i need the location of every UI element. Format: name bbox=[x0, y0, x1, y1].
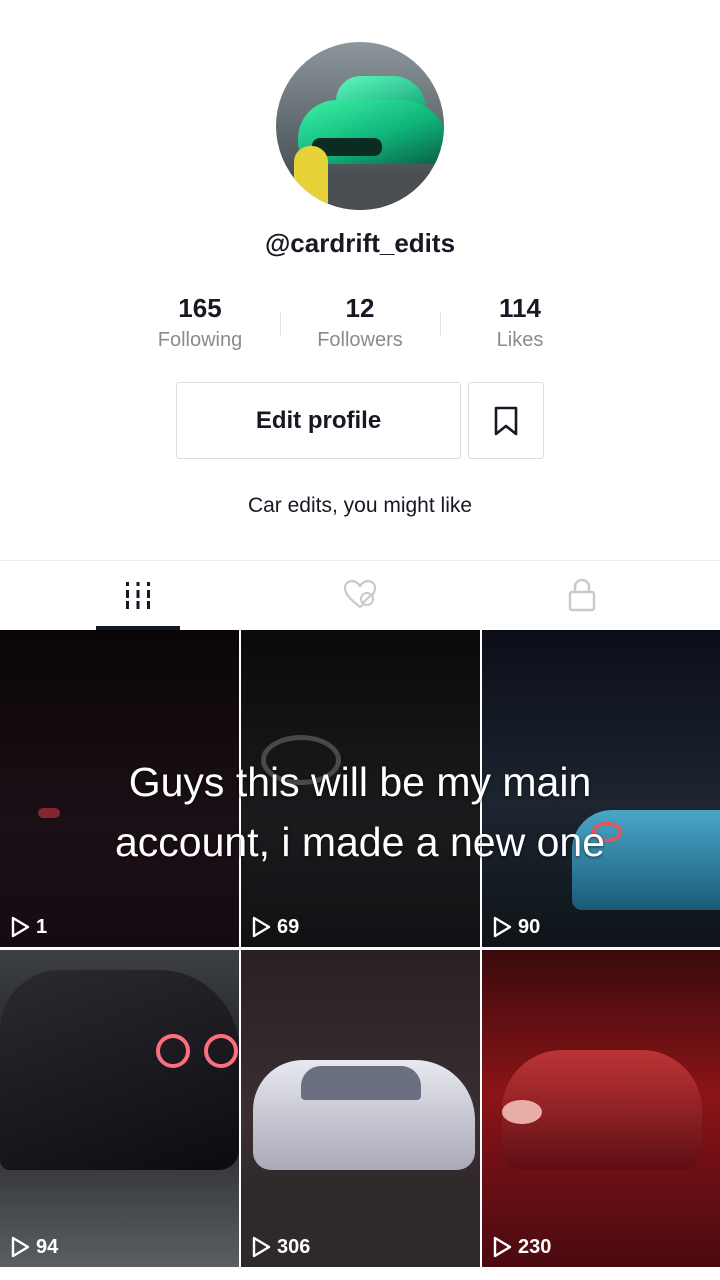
play-icon bbox=[11, 1236, 30, 1258]
car-body bbox=[0, 970, 239, 1170]
stat-followers-value: 12 bbox=[345, 293, 375, 323]
stat-following-label: Following bbox=[157, 329, 243, 351]
tab-videos[interactable] bbox=[18, 561, 258, 629]
video-views-count: 230 bbox=[518, 1235, 552, 1258]
play-icon bbox=[493, 1236, 512, 1258]
caption-line-1: Guys this will be my main bbox=[128, 759, 592, 805]
video-views-count: 90 bbox=[518, 915, 541, 938]
edit-profile-button[interactable]: Edit profile bbox=[176, 382, 461, 459]
tail-light bbox=[204, 1034, 238, 1068]
video-grid: 1 69 90 94 306 230 bbox=[0, 630, 720, 1280]
video-views: 230 bbox=[492, 1233, 551, 1261]
caption-line-2: account, i made a new one bbox=[114, 819, 606, 865]
video-thumbnail[interactable]: 306 bbox=[241, 950, 480, 1267]
play-icon bbox=[252, 1236, 271, 1258]
avatar-figure bbox=[294, 146, 328, 210]
video-thumbnail[interactable]: 230 bbox=[482, 950, 720, 1267]
tab-private[interactable] bbox=[462, 561, 702, 629]
video-thumbnail[interactable]: 94 bbox=[0, 950, 239, 1267]
play-icon bbox=[493, 916, 512, 938]
profile-avatar[interactable] bbox=[276, 42, 444, 210]
profile-stats: 165 Following 12 Followers 114 Likes bbox=[120, 292, 600, 356]
video-views-count: 1 bbox=[36, 915, 48, 938]
play-icon bbox=[252, 916, 271, 938]
liked-hidden-icon bbox=[343, 579, 377, 609]
stat-followers[interactable]: 12 Followers bbox=[280, 292, 440, 356]
tab-liked[interactable] bbox=[240, 561, 480, 629]
stat-likes-label: Likes bbox=[496, 329, 544, 351]
favorites-button[interactable] bbox=[468, 382, 544, 459]
video-views: 69 bbox=[251, 913, 299, 941]
video-views: 94 bbox=[10, 1233, 58, 1261]
video-views-count: 94 bbox=[36, 1235, 59, 1258]
stat-followers-label: Followers bbox=[317, 329, 403, 351]
tail-light bbox=[156, 1034, 190, 1068]
lock-icon bbox=[568, 578, 596, 612]
stat-following[interactable]: 165 Following bbox=[120, 292, 280, 356]
play-icon bbox=[11, 916, 30, 938]
light-glow bbox=[502, 1100, 542, 1124]
caption-overlay: Guys this will be my main account, i mad… bbox=[0, 752, 720, 872]
car-window bbox=[301, 1066, 421, 1100]
bookmark-icon bbox=[494, 406, 518, 435]
stat-likes[interactable]: 114 Likes bbox=[440, 292, 600, 356]
grid-icon bbox=[126, 582, 150, 609]
stat-likes-value: 114 bbox=[499, 293, 541, 323]
stat-following-value: 165 bbox=[178, 293, 222, 323]
video-views: 306 bbox=[251, 1233, 310, 1261]
video-views-count: 69 bbox=[277, 915, 300, 938]
video-views: 1 bbox=[10, 913, 47, 941]
video-views-count: 306 bbox=[277, 1235, 311, 1258]
video-views: 90 bbox=[492, 913, 540, 941]
profile-tabs bbox=[0, 560, 720, 630]
profile-bio: Car edits, you might like bbox=[247, 494, 473, 517]
profile-username: @cardrift_edits bbox=[264, 228, 456, 258]
